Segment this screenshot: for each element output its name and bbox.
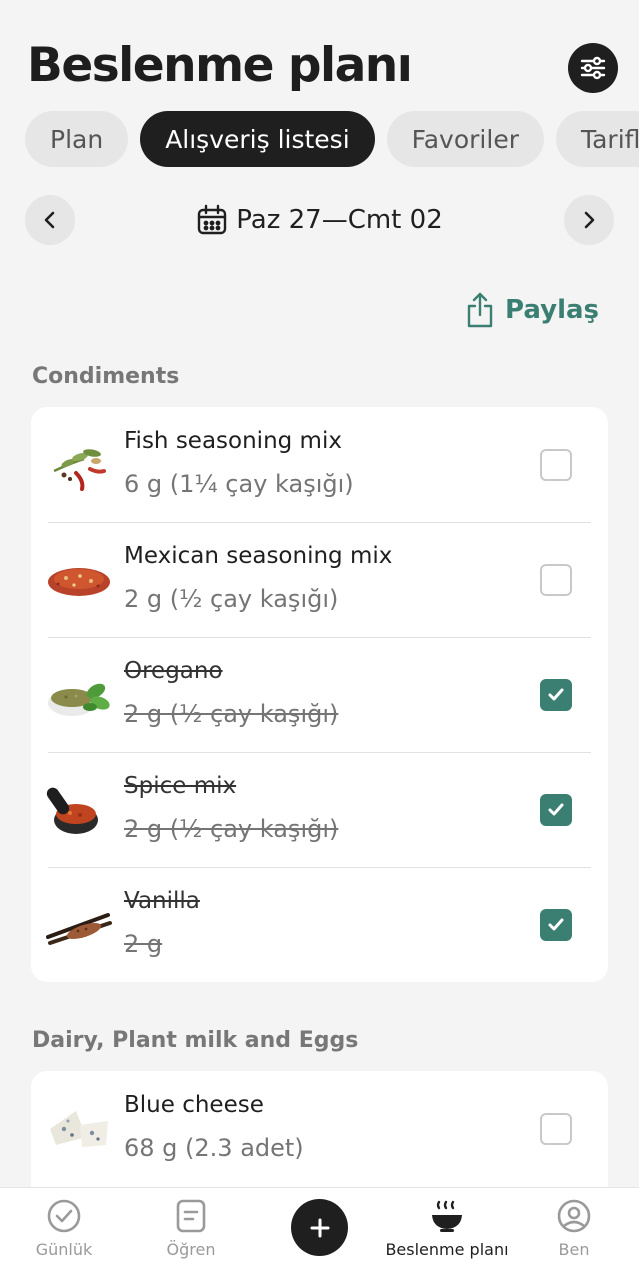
share-button[interactable]: Paylaş	[465, 289, 599, 331]
oregano-thumbnail	[48, 683, 110, 716]
item-quantity: 2 g (½ çay kaşığı)	[124, 585, 339, 613]
tabbar-label: Günlük	[35, 1240, 93, 1259]
list-item[interactable]: Vanilla 2 g	[31, 867, 608, 982]
document-icon	[171, 1196, 211, 1236]
tabbar-item-me[interactable]: Ben	[509, 1196, 639, 1259]
item-name: Oregano	[124, 658, 223, 684]
page-title: Beslenme planı	[27, 38, 413, 93]
week-range[interactable]: Paz 27—Cmt 02	[25, 195, 614, 245]
item-quantity: 2 g	[124, 930, 163, 958]
week-navigator: Paz 27—Cmt 02	[25, 195, 614, 245]
section-title-condiments: Condiments	[32, 364, 180, 389]
item-name: Mexican seasoning mix	[124, 543, 393, 569]
list-item[interactable]: Oregano 2 g (½ çay kaşığı)	[31, 637, 608, 752]
tabbar-label: Öğren	[166, 1240, 216, 1259]
list-item[interactable]: Spice mix 2 g (½ çay kaşığı)	[31, 752, 608, 867]
item-name: Vanilla	[124, 888, 200, 914]
checkmark-icon	[548, 803, 564, 816]
vanilla-thumbnail	[46, 913, 112, 945]
list-item[interactable]: Mexican seasoning mix 2 g (½ çay kaşığı)	[31, 522, 608, 637]
tab-shopping-list[interactable]: Alışveriş listesi	[140, 111, 375, 167]
checkmark-icon	[548, 918, 564, 931]
add-button[interactable]	[291, 1199, 348, 1256]
spice-mix-thumbnail	[46, 787, 98, 834]
tabbar-item-daily[interactable]: Günlük	[0, 1196, 129, 1259]
item-checkbox[interactable]	[540, 794, 572, 826]
chevron-left-icon	[44, 211, 55, 229]
item-quantity: 2 g (½ çay kaşığı)	[124, 700, 339, 728]
item-checkbox[interactable]	[540, 679, 572, 711]
item-quantity: 68 g (2.3 adet)	[124, 1134, 304, 1162]
checkmark-icon	[548, 688, 564, 701]
list-item[interactable]: Blue cheese 68 g (2.3 adet)	[31, 1071, 608, 1186]
tabbar-item-learn[interactable]: Öğren	[126, 1196, 256, 1259]
item-name: Spice mix	[124, 773, 237, 799]
tab-favorites[interactable]: Favoriler	[386, 111, 544, 167]
item-quantity: 6 g (1¼ çay kaşığı)	[124, 470, 354, 498]
item-name: Blue cheese	[124, 1092, 264, 1118]
profile-icon	[554, 1196, 594, 1236]
item-checkbox[interactable]	[540, 909, 572, 941]
share-icon	[467, 292, 493, 328]
tabbar-item-meal-plan[interactable]: Beslenme planı	[382, 1196, 512, 1259]
check-circle-icon	[44, 1196, 84, 1236]
sliders-icon	[580, 56, 606, 80]
item-checkbox[interactable]	[540, 564, 572, 596]
chevron-right-icon	[584, 211, 595, 229]
item-quantity: 2 g (½ çay kaşığı)	[124, 815, 339, 843]
list-item[interactable]: Fish seasoning mix 6 g (1¼ çay kaşığı)	[31, 407, 608, 522]
section-title-dairy: Dairy, Plant milk and Eggs	[32, 1028, 359, 1053]
chili-flakes-thumbnail	[48, 568, 110, 596]
item-name: Fish seasoning mix	[124, 428, 342, 454]
tabbar-label: Ben	[558, 1240, 590, 1259]
tab-recipes[interactable]: Tarifler	[555, 111, 639, 167]
plus-icon	[310, 1218, 329, 1237]
tab-bar: PlanAlışveriş listesiFavorilerTarifler	[25, 111, 639, 167]
blue-cheese-thumbnail	[50, 1111, 108, 1147]
item-checkbox[interactable]	[540, 1113, 572, 1145]
bottom-tab-bar: Günlük Öğren Beslenme planı Ben	[0, 1187, 639, 1280]
meal-bowl-icon	[427, 1196, 467, 1236]
tab-plan[interactable]: Plan	[25, 111, 129, 167]
share-label: Paylaş	[505, 295, 599, 325]
calendar-icon	[198, 204, 227, 235]
item-checkbox[interactable]	[540, 449, 572, 481]
week-range-label: Paz 27—Cmt 02	[236, 205, 443, 235]
spices-thumbnail	[53, 449, 106, 491]
condiments-list: Fish seasoning mix 6 g (1¼ çay kaşığı) M…	[31, 407, 608, 982]
settings-button[interactable]	[568, 43, 618, 93]
next-week-button[interactable]	[564, 195, 614, 245]
tabbar-label: Beslenme planı	[385, 1240, 509, 1259]
previous-week-button[interactable]	[25, 195, 75, 245]
